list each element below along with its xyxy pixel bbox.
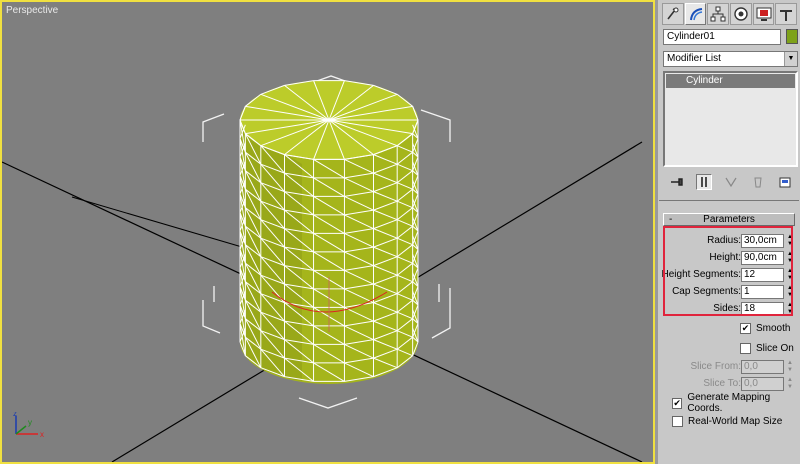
utilities-icon [780, 10, 793, 21]
hierarchy-icon [710, 6, 726, 22]
generate-mapping-checkbox[interactable]: ✔ Generate Mapping Coords. [672, 392, 799, 414]
svg-text:y: y [28, 418, 32, 427]
app-window: Perspective x z y Cylinder01 Modifier Li… [0, 0, 800, 464]
cylinder-object [240, 80, 418, 384]
slice-to-input[interactable]: 0,0 [741, 377, 784, 391]
modifier-stack[interactable]: Cylinder [663, 71, 798, 167]
modifier-list-label: Modifier List [667, 53, 721, 64]
display-tab[interactable] [752, 3, 775, 25]
param-slice-to: Slice To: 0,0 ▲ ▼ [659, 376, 799, 393]
chevron-down-icon[interactable]: ▼ [784, 52, 797, 66]
slice-on-checkbox[interactable]: Slice On [740, 341, 794, 355]
param-slice-from: Slice From: 0,0 ▲ ▼ [659, 359, 799, 376]
make-unique-icon[interactable] [723, 174, 739, 190]
pin-stack-icon[interactable] [669, 174, 685, 190]
slice-from-input[interactable]: 0,0 [741, 360, 784, 374]
rollout-title: Parameters [703, 214, 755, 225]
motion-icon [734, 7, 748, 21]
modify-tab[interactable] [684, 3, 707, 25]
slice-to-spinner-icon[interactable]: ▲ ▼ [786, 377, 794, 391]
viewport-label[interactable]: Perspective [6, 5, 58, 16]
utilities-tab[interactable] [775, 3, 798, 25]
parameter-highlight-box [663, 226, 793, 316]
svg-text:z: z [13, 412, 17, 418]
stack-item-cylinder[interactable]: Cylinder [666, 74, 795, 88]
command-panel-tabs [662, 3, 798, 25]
show-end-result-icon[interactable] [695, 174, 712, 190]
object-color-swatch[interactable] [786, 29, 798, 44]
slice-from-label: Slice From: [690, 361, 741, 372]
slice-to-label: Slice To: [703, 378, 741, 389]
real-world-map-check[interactable] [672, 415, 683, 427]
real-world-map-checkbox[interactable]: Real-World Map Size [672, 414, 782, 428]
hierarchy-tab[interactable] [707, 3, 730, 25]
motion-tab[interactable] [730, 3, 752, 25]
slice-from-spinner-icon[interactable]: ▲ ▼ [786, 360, 794, 374]
generate-mapping-label: Generate Mapping Coords. [687, 392, 771, 414]
smooth-label: Smooth [756, 322, 791, 334]
scene-canvas[interactable] [2, 2, 653, 462]
real-world-map-label: Real-World Map Size [688, 415, 783, 427]
slice-on-label: Slice On [756, 342, 794, 354]
collapse-icon[interactable]: - [669, 214, 672, 225]
rollout-header-parameters[interactable]: - Parameters [663, 213, 795, 226]
generate-mapping-check[interactable]: ✔ [672, 397, 683, 409]
grid-axis-line [71, 196, 243, 248]
modifier-list-dropdown[interactable]: Modifier List ▼ [663, 51, 798, 67]
smooth-check[interactable]: ✔ [740, 322, 751, 334]
axis-tripod-icon: x z y [13, 412, 44, 439]
display-icon [756, 7, 772, 21]
slice-on-check[interactable] [740, 342, 751, 354]
stack-toolbar [663, 172, 798, 192]
modify-icon [689, 8, 702, 21]
object-name-field[interactable]: Cylinder01 [663, 29, 781, 45]
remove-modifier-icon[interactable] [750, 174, 766, 190]
perspective-viewport[interactable]: Perspective x z y [0, 0, 655, 464]
create-tab[interactable] [662, 3, 684, 25]
create-icon [667, 7, 679, 20]
smooth-checkbox[interactable]: ✔ Smooth [740, 321, 790, 335]
configure-sets-icon[interactable] [777, 174, 793, 190]
svg-text:x: x [40, 430, 44, 439]
